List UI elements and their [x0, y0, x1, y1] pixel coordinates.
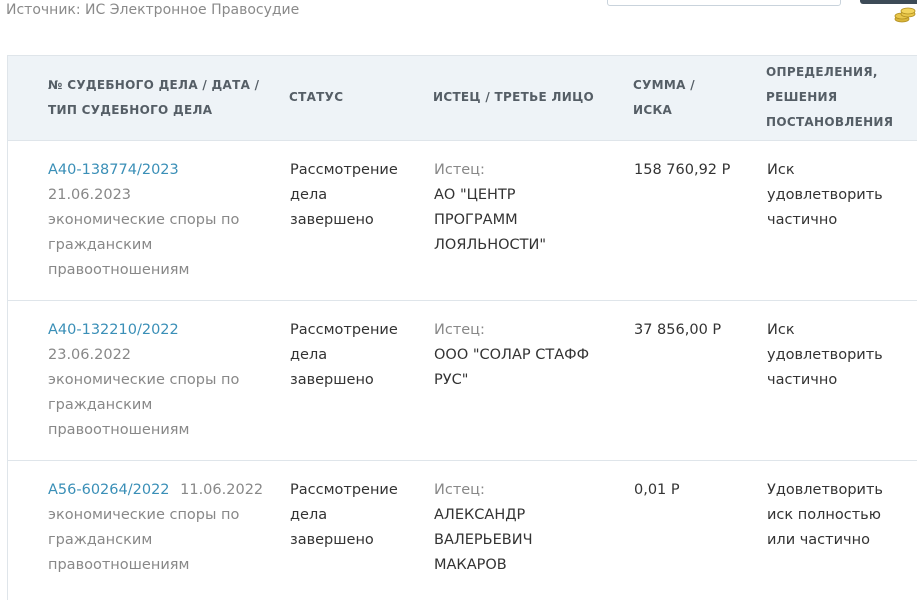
- case-type: правоотношениям: [48, 261, 190, 278]
- case-cell: А40-132210/2022 23.06.2022 экономические…: [8, 300, 289, 460]
- coins-icon: [893, 6, 917, 24]
- status-cell: Рассмотрение дела завершено: [290, 321, 398, 388]
- case-cell: А56-60264/2022 11.06.2022 экономические …: [8, 460, 289, 600]
- amount-cell: 37 856,00 Р: [634, 321, 722, 338]
- party-name: ВАЛЕРЬЕВИЧ: [434, 531, 533, 548]
- case-date: 21.06.2023: [48, 186, 132, 203]
- party-role: Истец:: [434, 321, 485, 338]
- party-name: АО "ЦЕНТР: [434, 186, 516, 203]
- status-cell: Рассмотрение дела завершено: [290, 481, 398, 548]
- header-amount[interactable]: СУММА / ИСКА: [633, 56, 766, 140]
- case-date: 23.06.2022: [48, 346, 132, 363]
- status-cell: Рассмотрение дела завершено: [290, 161, 398, 228]
- table-row: А40-138774/2023 21.06.2023 экономические…: [8, 140, 917, 300]
- party-name: ЛОЯЛЬНОСТИ": [434, 236, 547, 253]
- case-number-link[interactable]: А40-132210/2022: [48, 322, 179, 338]
- decision-cell: Удовлетворить иск полностью или частично: [767, 481, 883, 548]
- table-row: А40-132210/2022 23.06.2022 экономические…: [8, 300, 917, 460]
- decision-cell: Иск удовлетворить частично: [767, 161, 883, 228]
- decision-cell: Иск удовлетворить частично: [767, 321, 883, 388]
- case-cell: А40-138774/2023 21.06.2023 экономические…: [8, 140, 289, 300]
- table-header-row: № СУДЕБНОГО ДЕЛА / ДАТА / ТИП СУДЕБНОГО …: [8, 56, 917, 140]
- case-type: гражданским: [48, 236, 153, 253]
- party-name: ООО "СОЛАР СТАФФ: [434, 346, 590, 363]
- case-type: экономические споры по: [48, 506, 240, 523]
- header-status[interactable]: СТАТУС: [289, 56, 433, 140]
- case-type: правоотношениям: [48, 421, 190, 438]
- amount-cell: 158 760,92 Р: [634, 161, 731, 178]
- plaintiff-cell: Истец: ООО "СОЛАР СТАФФ РУС": [433, 300, 633, 460]
- search-input[interactable]: [607, 0, 841, 6]
- party-name: ПРОГРАММ: [434, 211, 518, 228]
- party-name: РУС": [434, 371, 469, 388]
- party-name: АЛЕКСАНДР: [434, 506, 526, 523]
- amount-cell: 0,01 Р: [634, 481, 680, 498]
- case-type: экономические споры по: [48, 371, 240, 388]
- source-label: Источник: ИС Электронное Правосудие: [6, 2, 300, 18]
- header-decisions[interactable]: ОПРЕДЕЛЕНИЯ, РЕШЕНИЯ ПОСТАНОВЛЕНИЯ: [766, 56, 917, 140]
- case-type: правоотношениям: [48, 556, 190, 573]
- case-type: гражданским: [48, 396, 153, 413]
- plaintiff-cell: Истец: АЛЕКСАНДР ВАЛЕРЬЕВИЧ МАКАРОВ: [433, 460, 633, 600]
- search-button[interactable]: [860, 0, 917, 4]
- party-role: Истец:: [434, 481, 485, 498]
- court-cases-table: № СУДЕБНОГО ДЕЛА / ДАТА / ТИП СУДЕБНОГО …: [7, 55, 917, 600]
- plaintiff-cell: Истец: АО "ЦЕНТР ПРОГРАММ ЛОЯЛЬНОСТИ": [433, 140, 633, 300]
- case-date: 11.06.2022: [180, 481, 264, 498]
- party-role: Истец:: [434, 161, 485, 178]
- case-type: экономические споры по: [48, 211, 240, 228]
- header-case[interactable]: № СУДЕБНОГО ДЕЛА / ДАТА / ТИП СУДЕБНОГО …: [8, 56, 289, 140]
- case-number-link[interactable]: А40-138774/2023: [48, 162, 179, 178]
- case-type: гражданским: [48, 531, 153, 548]
- party-name: МАКАРОВ: [434, 556, 507, 573]
- table-row: А56-60264/2022 11.06.2022 экономические …: [8, 460, 917, 600]
- case-number-link[interactable]: А56-60264/2022: [48, 482, 170, 498]
- header-plaintiff[interactable]: ИСТЕЦ / ТРЕТЬЕ ЛИЦО: [433, 56, 633, 140]
